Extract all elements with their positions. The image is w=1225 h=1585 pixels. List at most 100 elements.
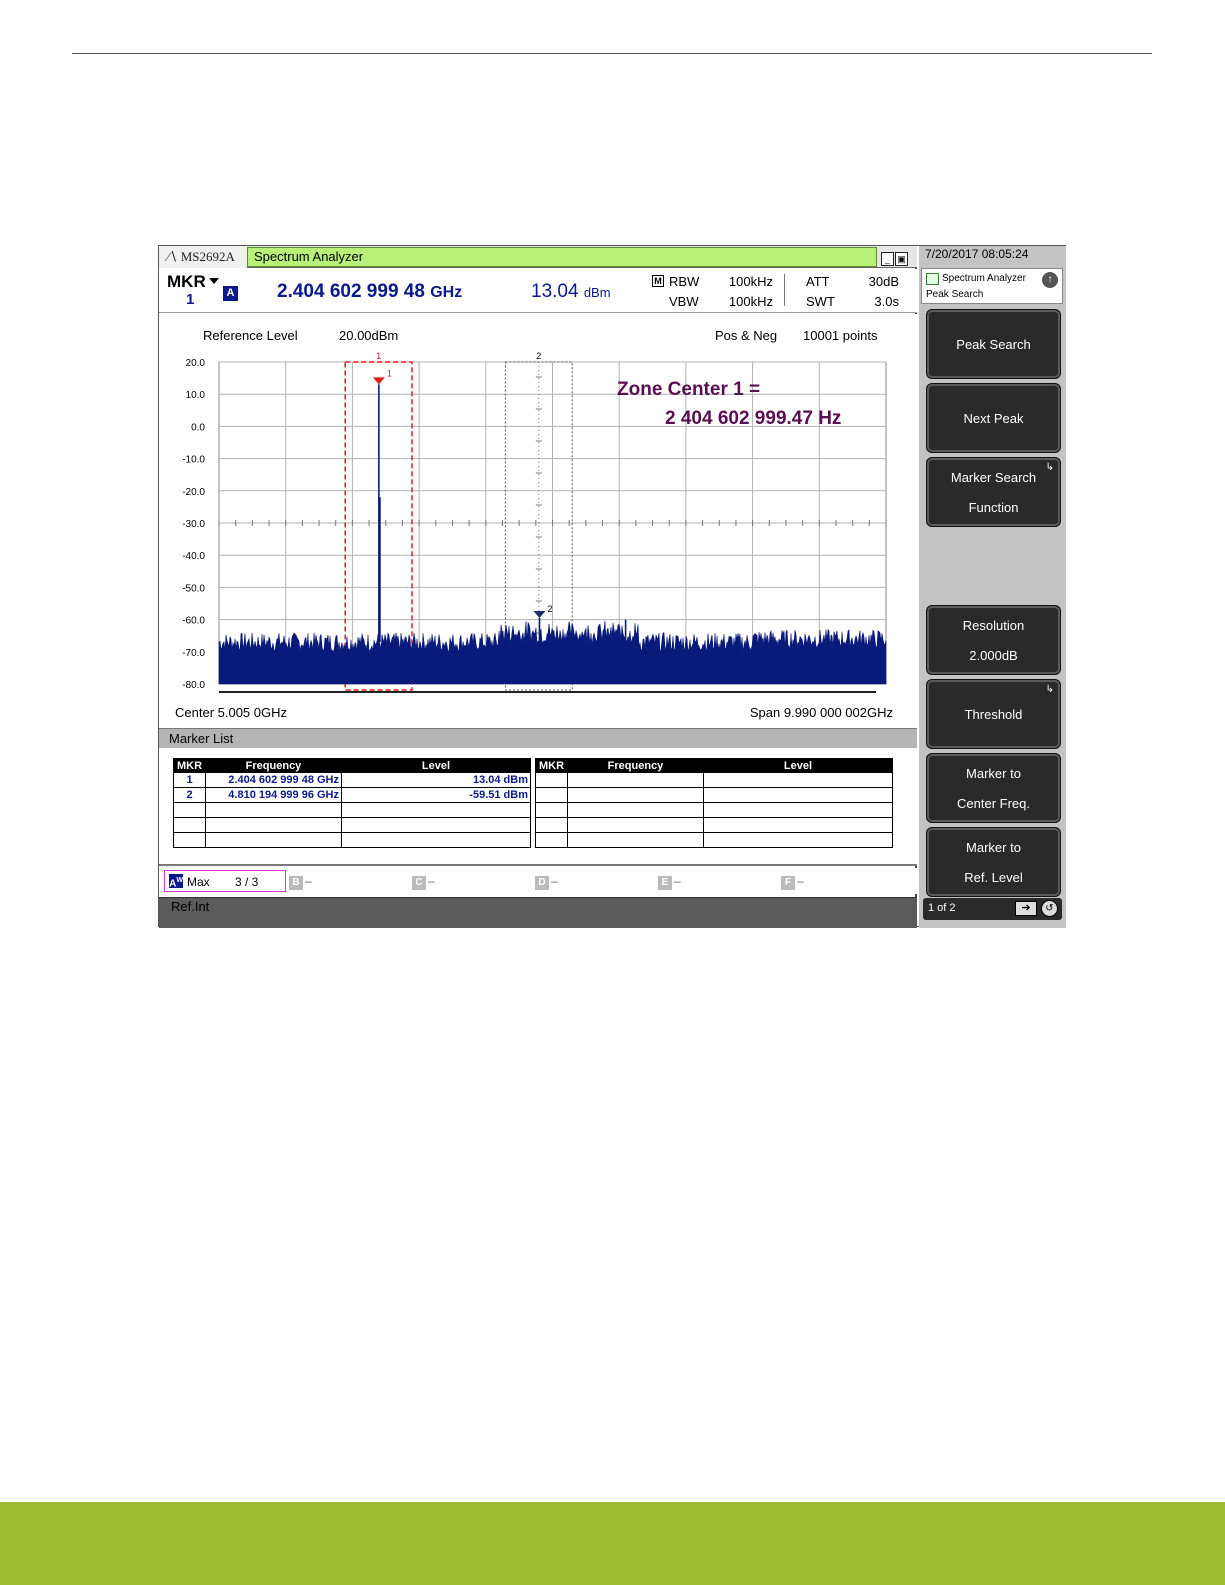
anritsu-logo-icon: ⁄∖ xyxy=(167,249,181,264)
rbw-label: RBW xyxy=(669,274,700,289)
marker-level-value: 13.04 xyxy=(531,281,579,302)
marker-2-label: 2 xyxy=(547,604,552,614)
swt-value: 3.0s xyxy=(874,294,899,309)
minimize-icon[interactable]: _ xyxy=(881,252,894,266)
marker-table-left: MKR Frequency Level 1 2.404 602 999 48 G… xyxy=(173,758,531,848)
att-value: 30dB xyxy=(868,274,899,289)
column-header-level: Level xyxy=(703,758,893,773)
y-tick-label: -60.0 xyxy=(182,616,205,627)
table-row xyxy=(173,802,531,818)
y-tick-label: -80.0 xyxy=(182,680,205,691)
trace-a-indicator[interactable]: AW Max 3 / 3 xyxy=(164,870,286,892)
y-tick-label: 20.0 xyxy=(186,358,206,369)
zone-center-value: 2 404 602 999.47 Hz xyxy=(665,408,841,429)
threshold-button[interactable]: ↳ Threshold xyxy=(926,679,1061,749)
trace-a-storage-count: 3 / 3 xyxy=(235,875,259,889)
marker-list-title: Marker List xyxy=(159,728,917,748)
table-row xyxy=(535,802,893,818)
instrument-model: MS2692A xyxy=(180,249,235,264)
marker-search-function-button[interactable]: ↳ Marker Search Function xyxy=(926,457,1061,527)
spectrum-chart[interactable]: 20.0 10.0 0.0 -10.0 -20.0 -30.0 -40.0 -50.0 -60.… xyxy=(159,314,917,728)
function-page-indicator: 1 of 2 ➔ ↺ xyxy=(923,898,1062,920)
frequency-cell: 2.404 602 999 48 GHz xyxy=(205,772,342,788)
y-tick-label: -50.0 xyxy=(182,583,205,594)
marker-table-right: MKR Frequency Level xyxy=(535,758,893,848)
return-icon[interactable]: ↺ xyxy=(1041,900,1058,917)
y-tick-label: 0.0 xyxy=(191,422,205,433)
mkr-cell: 2 xyxy=(173,787,206,803)
param-divider xyxy=(784,274,785,306)
header-rule xyxy=(72,53,1152,54)
rbw-value: 100kHz xyxy=(728,274,773,289)
column-header-frequency: Frequency xyxy=(205,758,342,773)
y-tick-label: 10.0 xyxy=(186,390,206,401)
next-peak-button[interactable]: Next Peak xyxy=(926,383,1061,453)
reference-source: Ref.Int xyxy=(171,899,210,914)
app-title: Spectrum Analyzer xyxy=(247,247,877,267)
maximize-icon[interactable]: ▣ xyxy=(895,252,908,266)
table-row[interactable]: 1 2.404 602 999 48 GHz 13.04 dBm xyxy=(173,772,531,788)
marker-level-unit: dBm xyxy=(583,285,611,300)
zone-label: 2 xyxy=(536,351,541,361)
manual-badge: M xyxy=(652,275,664,287)
marker-1-label: 1 xyxy=(387,368,392,378)
y-tick-label: -40.0 xyxy=(182,551,205,562)
marker-to-center-freq-button[interactable]: Marker to Center Freq. xyxy=(926,753,1061,823)
main-display: ⁄∖ MS2692A Spectrum Analyzer _ ▣ MKR 1 A … xyxy=(159,246,917,928)
instrument-logo: ⁄∖ MS2692A xyxy=(159,246,247,268)
column-header-mkr: MKR xyxy=(173,758,206,773)
vbw-label: VBW xyxy=(669,294,699,309)
footer-band xyxy=(0,1502,1225,1585)
function-panel-subtitle: Peak Search xyxy=(926,289,984,300)
resolution-button[interactable]: Resolution 2.000dB xyxy=(926,605,1061,675)
swt-label: SWT xyxy=(806,294,835,309)
marker-frequency: 2.404 602 999 48 GHz xyxy=(277,281,462,303)
zone-center-annotation: Zone Center 1 = xyxy=(617,379,760,400)
marker-frequency-value: 2.404 602 999 48 xyxy=(277,281,425,302)
timestamp: 7/20/2017 08:05:24 xyxy=(925,247,1029,261)
level-cell: 13.04 dBm xyxy=(341,772,531,788)
marker-readout: MKR 1 A 2.404 602 999 48 GHz 13.04 dBm M… xyxy=(159,269,917,313)
trace-c-indicator[interactable]: C – xyxy=(412,874,435,890)
trace-f-indicator[interactable]: F – xyxy=(781,874,804,890)
trace-a-badge: A xyxy=(223,286,238,301)
trace-d-indicator[interactable]: D – xyxy=(535,874,558,890)
function-panel-header: Spectrum Analyzer Peak Search ↑ xyxy=(921,268,1063,304)
y-tick-label: -70.0 xyxy=(182,648,205,659)
spectrum-plot[interactable]: Reference Level 20.00dBm Pos & Neg 10001… xyxy=(159,314,917,728)
trace-a-badge: AW xyxy=(169,874,183,889)
instrument-screenshot: ⁄∖ MS2692A Spectrum Analyzer _ ▣ MKR 1 A … xyxy=(158,245,1066,928)
peak-search-button[interactable]: Peak Search xyxy=(926,309,1061,379)
att-label: ATT xyxy=(806,274,830,289)
window-titlebar: ⁄∖ MS2692A Spectrum Analyzer _ ▣ xyxy=(159,246,917,268)
marker-label[interactable]: MKR xyxy=(167,273,206,290)
center-frequency: Center 5.005 0GHz xyxy=(175,705,288,720)
status-bar: Ref.Int xyxy=(159,897,917,928)
trace-a-mode: Max xyxy=(187,875,210,889)
table-row xyxy=(535,787,893,803)
table-row xyxy=(535,817,893,833)
marker-list: MKR Frequency Level 1 2.404 602 999 48 G… xyxy=(159,748,917,866)
marker-frequency-unit: GHz xyxy=(430,284,463,301)
column-header-frequency: Frequency xyxy=(567,758,704,773)
trace-b-indicator[interactable]: B – xyxy=(289,874,312,890)
marker-to-ref-level-button[interactable]: Marker to Ref. Level xyxy=(926,827,1061,897)
marker-level: 13.04 dBm xyxy=(531,281,611,303)
window-buttons: _ ▣ xyxy=(881,249,911,266)
vbw-value: 100kHz xyxy=(728,294,773,309)
chevron-down-icon[interactable] xyxy=(209,278,219,284)
function-panel-title: Spectrum Analyzer xyxy=(942,273,1026,284)
y-tick-label: -10.0 xyxy=(182,455,205,466)
arrow-right-icon[interactable]: ➔ xyxy=(1015,901,1037,916)
y-tick-label: -30.0 xyxy=(182,519,205,530)
zone-label: 1 xyxy=(376,351,381,361)
trace-e-indicator[interactable]: E – xyxy=(658,874,681,890)
table-row[interactable]: 2 4.810 194 999 96 GHz -59.51 dBm xyxy=(173,787,531,803)
mkr-cell: 1 xyxy=(173,772,206,788)
level-cell: -59.51 dBm xyxy=(341,787,531,803)
y-tick-label: -20.0 xyxy=(182,487,205,498)
arrow-up-icon[interactable]: ↑ xyxy=(1042,272,1058,288)
span-frequency: Span 9.990 000 002GHz xyxy=(749,705,893,720)
trace-selector: AW Max 3 / 3 B – C – D – E – F – xyxy=(159,868,917,894)
spectrum-icon xyxy=(926,273,939,285)
